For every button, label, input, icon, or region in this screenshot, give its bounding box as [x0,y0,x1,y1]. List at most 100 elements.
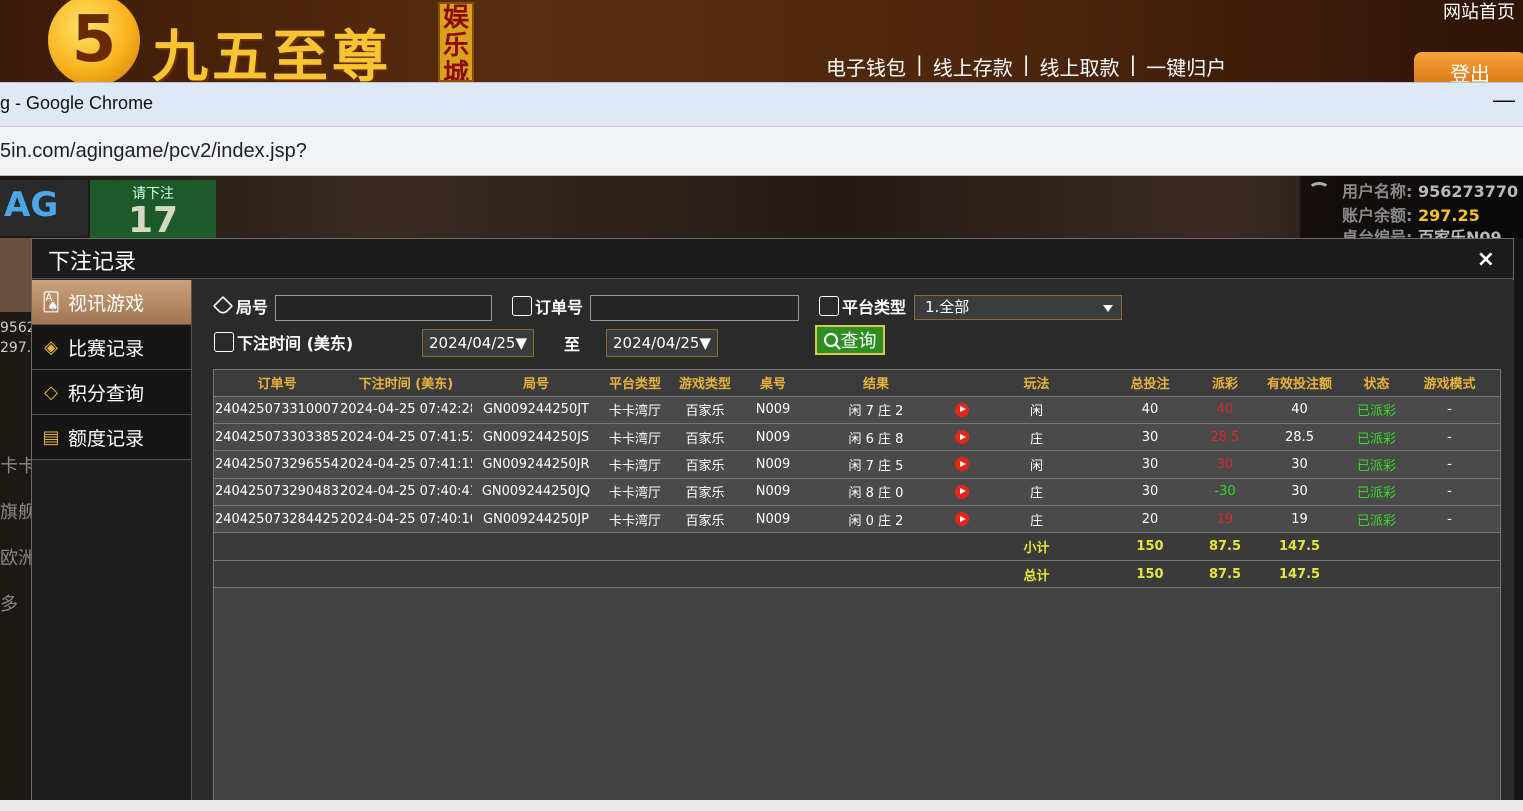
cell-payout: 19 [1205,505,1245,534]
cell-mode: - [1399,396,1500,424]
table-row: 240425073284425 2024-04-25 07:40:10 GN0092… [214,505,1500,534]
replay-cell [946,450,978,479]
cell-platform: 卡卡湾厅 [600,505,670,534]
balance-label: 账户余额: [1342,206,1413,225]
play-icon[interactable] [955,512,969,527]
user-name-label: 用户名称: [1342,182,1413,201]
subtotal-row: 小计 150 87.5 147.5 [214,532,1500,561]
cell-round: GN009244250JP [472,505,600,534]
close-icon[interactable]: × [1477,247,1495,272]
side-fragment: 多 [0,594,18,615]
cell-bet: 20 [1095,505,1205,534]
platform-select[interactable]: 1.全部 [914,295,1122,320]
server-icon [819,296,839,316]
cell-round: GN009244250JT [472,396,600,424]
query-button[interactable]: 查询 [815,325,885,355]
column-header: 订单号 [214,370,340,397]
cell-order: 240425073290483 [214,478,340,507]
sidebar-item-label: 额度记录 [68,427,145,450]
cell-play: 庄 [978,423,1095,452]
total-bet: 150 [1095,560,1205,589]
subtotal-payout: 87.5 [1205,532,1245,561]
column-header: 结果 [806,370,946,397]
cell-game: 百家乐 [670,423,740,452]
logout-button[interactable]: 登出 [1414,52,1523,82]
taskbar-strip [0,800,1523,811]
date-from-picker[interactable]: 2024/04/25▼ [422,329,535,357]
order-input[interactable] [590,295,799,321]
cell-order: 240425073310007 [214,396,340,424]
logo-mark: 5 [48,0,140,82]
sidebar-item-match-records[interactable]: ◈ 比赛记录 [32,325,191,370]
sidebar-item-live-games[interactable]: 🂡 视讯游戏 [32,280,191,325]
replay-cell [946,396,978,424]
column-header: 局号 [472,370,600,397]
order-label: 订单号 [512,294,583,318]
cell-time: 2024-04-25 07:40:10 [340,505,472,534]
logo-badge: 娱乐城 [438,2,474,82]
cell-mode: - [1399,478,1500,507]
screen: 5 九五至尊 娱乐城 网站首页 电子钱包 | 线上存款 | 线上取款 | 一键归户 登… [0,0,1523,811]
table-no-label: 桌台编号: [1342,228,1413,238]
cell-play: 闲 [978,450,1095,479]
cell-time: 2024-04-25 07:41:52 [340,423,472,452]
ag-logo: AG [0,180,88,236]
total-row: 总计 150 87.5 147.5 [214,560,1500,589]
nav-separator: | [916,52,923,76]
cards-icon: 🂡 [41,291,61,313]
clipboard-icon [512,296,532,316]
cell-play: 庄 [978,478,1095,507]
user-name-value: 956273770 [1417,182,1519,201]
record-content: 局号 订单号 平台类型 1.全部 下注时间 (美东) 2024/04/25▼ 至… [192,280,1514,811]
cell-time: 2024-04-25 07:41:15 [340,450,472,479]
site-nav: 电子钱包 | 线上存款 | 线上取款 | 一键归户 [826,52,1226,81]
column-header: 平台类型 [600,370,670,397]
cell-table: N009 [740,396,806,424]
records-summary: 小计 150 87.5 147.5 总计 150 87.5 147.5 [214,532,1500,589]
records-table-container: 订单号 下注时间 (美东) 局号 平台类型 游戏类型 桌号 结果 玩法 总投注 … [213,369,1501,811]
cell-mode: - [1399,450,1500,479]
cell-result: 闲 0 庄 2 [806,505,946,534]
minimize-button[interactable]: — [1493,87,1515,113]
sidebar-item-points[interactable]: ◇ 积分查询 [32,370,191,415]
cell-time: 2024-04-25 07:40:41 [340,478,472,507]
cell-status: 已派彩 [1354,423,1399,452]
column-header: 游戏类型 [670,370,740,397]
sidebar-item-credit-records[interactable]: ▤ 额度记录 [32,415,191,460]
cell-result: 闲 6 庄 8 [806,423,946,452]
user-name-row: 用户名称: 956273770 [1342,178,1518,202]
nav-withdraw[interactable]: 线上取款 [1040,52,1120,81]
cell-status: 已派彩 [1354,450,1399,479]
cell-platform: 卡卡湾厅 [600,478,670,507]
platform-label-text: 平台类型 [842,298,907,317]
search-icon [823,333,838,347]
nav-wallet[interactable]: 电子钱包 [826,52,906,81]
play-icon[interactable] [955,430,969,445]
home-link[interactable]: 网站首页 [1443,0,1515,24]
nav-deposit[interactable]: 线上存款 [933,52,1013,81]
nav-consolidate[interactable]: 一键归户 [1146,52,1226,81]
cell-status: 已派彩 [1354,505,1399,534]
play-icon[interactable] [955,484,969,499]
calendar-icon [214,332,234,352]
date-to-picker[interactable]: 2024/04/25▼ [606,329,719,357]
browser-address-bar[interactable]: 5in.com/agingame/pcv2/index.jsp? [0,126,1523,176]
cell-play: 庄 [978,505,1095,534]
column-header: 派彩 [1205,370,1245,397]
replay-cell [946,505,978,534]
wifi-icon [1308,182,1330,198]
cell-valid: 30 [1245,478,1354,507]
replay-cell [946,478,978,507]
modal-header: 下注记录 × [32,239,1513,279]
cell-round: GN009244250JR [472,450,600,479]
side-fragment: 旗舰 [0,502,32,523]
cell-payout: 40 [1205,396,1245,424]
dropdown-triangle-icon: ▼ [515,334,528,352]
bet-countdown: 请下注 17 [90,180,216,241]
cell-bet: 30 [1095,450,1205,479]
round-input[interactable] [275,295,492,321]
play-icon[interactable] [955,402,969,417]
balance-value: 297.25 [1417,206,1480,225]
play-icon[interactable] [955,457,969,472]
countdown-value: 17 [127,200,179,241]
